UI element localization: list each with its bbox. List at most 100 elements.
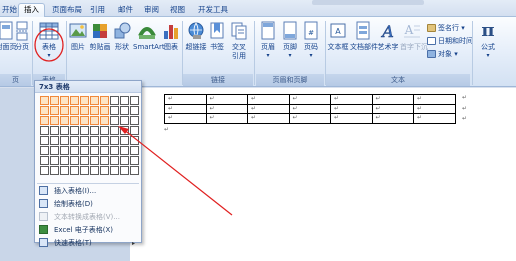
table-cell[interactable]: ↵ [247, 113, 290, 124]
grid-cell-selected[interactable] [60, 106, 69, 115]
textbox-button[interactable]: A 文本框 [327, 21, 349, 71]
grid-cell[interactable] [80, 126, 89, 135]
menu-item-quick-table[interactable]: 快速表格(T) ▸ [39, 237, 139, 250]
grid-cell[interactable] [70, 166, 79, 175]
tab-review[interactable]: 审阅 [144, 4, 159, 17]
grid-cell[interactable] [40, 126, 49, 135]
table-cell[interactable]: ↵ [413, 103, 456, 114]
table-cell[interactable]: ↵ [205, 103, 248, 114]
grid-cell[interactable] [100, 156, 109, 165]
grid-cell-selected[interactable] [60, 116, 69, 125]
grid-cell[interactable] [100, 166, 109, 175]
grid-cell[interactable] [120, 96, 129, 105]
cross-reference-button[interactable]: 交叉 引用 [228, 21, 250, 71]
menu-item-convert-text[interactable]: 文本转换成表格(V)... [39, 211, 139, 224]
grid-cell[interactable] [70, 146, 79, 155]
grid-cell[interactable] [70, 126, 79, 135]
grid-cell[interactable] [90, 166, 99, 175]
grid-cell-selected[interactable] [50, 116, 59, 125]
grid-cell[interactable] [50, 146, 59, 155]
inserted-table[interactable]: ↵ ↵ ↵ ↵ ↵ ↵ ↵ ↵ ↵ ↵ ↵ ↵ ↵ ↵ ↵ ↵ ↵ ↵ ↵ ↵ ↵ [164, 94, 456, 124]
page-number-button[interactable]: # 页码 ▾ [301, 21, 321, 71]
equation-button[interactable]: π 公式 ▾ [476, 21, 500, 71]
table-cell[interactable]: ↵ [288, 103, 331, 114]
table-cell[interactable]: ↵ [288, 113, 331, 124]
grid-cell-selected[interactable] [70, 106, 79, 115]
grid-cell-selected[interactable] [100, 96, 109, 105]
grid-cell-selected[interactable] [90, 96, 99, 105]
grid-cell-selected[interactable] [80, 116, 89, 125]
grid-cell[interactable] [110, 106, 119, 115]
table-cell[interactable]: ↵ [371, 103, 414, 114]
grid-cell[interactable] [60, 136, 69, 145]
table-cell[interactable]: ↵ [205, 113, 248, 124]
tab-references[interactable]: 引用 [90, 4, 105, 17]
quick-parts-button[interactable]: 文档部件 [350, 21, 378, 71]
grid-cell[interactable] [100, 146, 109, 155]
grid-cell[interactable] [40, 166, 49, 175]
grid-cell[interactable] [50, 126, 59, 135]
grid-cell[interactable] [80, 156, 89, 165]
table-cell[interactable]: ↵ [205, 94, 248, 105]
grid-cell-selected[interactable] [70, 116, 79, 125]
table-cell[interactable]: ↵ [288, 94, 331, 105]
grid-cell[interactable] [130, 106, 139, 115]
grid-cell[interactable] [60, 146, 69, 155]
footer-button[interactable]: 页脚 ▾ [280, 21, 300, 71]
grid-cell[interactable] [80, 166, 89, 175]
grid-cell-selected[interactable] [60, 96, 69, 105]
grid-cell[interactable] [110, 156, 119, 165]
grid-cell[interactable] [120, 146, 129, 155]
grid-cell[interactable] [50, 136, 59, 145]
page-break-button[interactable]: 分页 [14, 21, 30, 71]
table-cell[interactable]: ↵ [164, 103, 207, 114]
grid-cell-selected[interactable] [70, 96, 79, 105]
grid-cell[interactable] [130, 166, 139, 175]
table-cell[interactable]: ↵ [371, 94, 414, 105]
grid-cell[interactable] [90, 146, 99, 155]
table-cell[interactable]: ↵ [330, 94, 373, 105]
tab-mailings[interactable]: 邮件 [118, 4, 133, 17]
table-cell[interactable]: ↵ [371, 113, 414, 124]
grid-cell[interactable] [60, 126, 69, 135]
dropcap-button[interactable]: A 首字下沉 [400, 21, 428, 71]
chart-button[interactable]: 图表 [162, 21, 180, 71]
grid-cell[interactable] [80, 136, 89, 145]
grid-cell[interactable] [110, 116, 119, 125]
grid-cell[interactable] [100, 136, 109, 145]
document-page[interactable]: ↵ ↵ ↵ ↵ ↵ ↵ ↵ ↵ ↵ ↵ ↵ ↵ ↵ ↵ ↵ ↵ ↵ ↵ ↵ ↵ ↵ ↵ ↵ ↵ ↵ [130, 88, 516, 261]
grid-cell[interactable] [110, 96, 119, 105]
grid-cell-selected[interactable] [50, 106, 59, 115]
signature-line-button[interactable]: 签名行 ▾ [427, 23, 465, 34]
grid-cell-selected[interactable] [100, 116, 109, 125]
grid-cell[interactable] [120, 116, 129, 125]
table-cell[interactable]: ↵ [413, 113, 456, 124]
tab-page-layout[interactable]: 页面布局 [52, 4, 82, 17]
table-button[interactable]: 表格 ▾ [36, 21, 62, 71]
grid-cell-selected[interactable] [90, 106, 99, 115]
grid-cell[interactable] [110, 146, 119, 155]
grid-cell-selected[interactable] [40, 106, 49, 115]
grid-cell[interactable] [120, 136, 129, 145]
tab-view[interactable]: 视图 [170, 4, 185, 17]
grid-cell[interactable] [70, 156, 79, 165]
grid-cell[interactable] [130, 146, 139, 155]
table-cell[interactable]: ↵ [247, 94, 290, 105]
grid-cell-selected[interactable] [40, 96, 49, 105]
picture-button[interactable]: 图片 [68, 21, 88, 71]
table-cell[interactable]: ↵ [413, 94, 456, 105]
grid-cell[interactable] [60, 166, 69, 175]
grid-cell[interactable] [90, 136, 99, 145]
grid-cell[interactable] [130, 156, 139, 165]
table-cell[interactable]: ↵ [164, 94, 207, 105]
grid-cell[interactable] [50, 156, 59, 165]
grid-cell[interactable] [70, 136, 79, 145]
grid-cell-selected[interactable] [80, 106, 89, 115]
tab-developer[interactable]: 开发工具 [198, 4, 228, 17]
tab-home[interactable]: 开始 [2, 4, 17, 17]
grid-cell[interactable] [130, 96, 139, 105]
grid-cell-selected[interactable] [100, 106, 109, 115]
grid-cell[interactable] [50, 166, 59, 175]
grid-cell-selected[interactable] [80, 96, 89, 105]
grid-cell[interactable] [100, 126, 109, 135]
